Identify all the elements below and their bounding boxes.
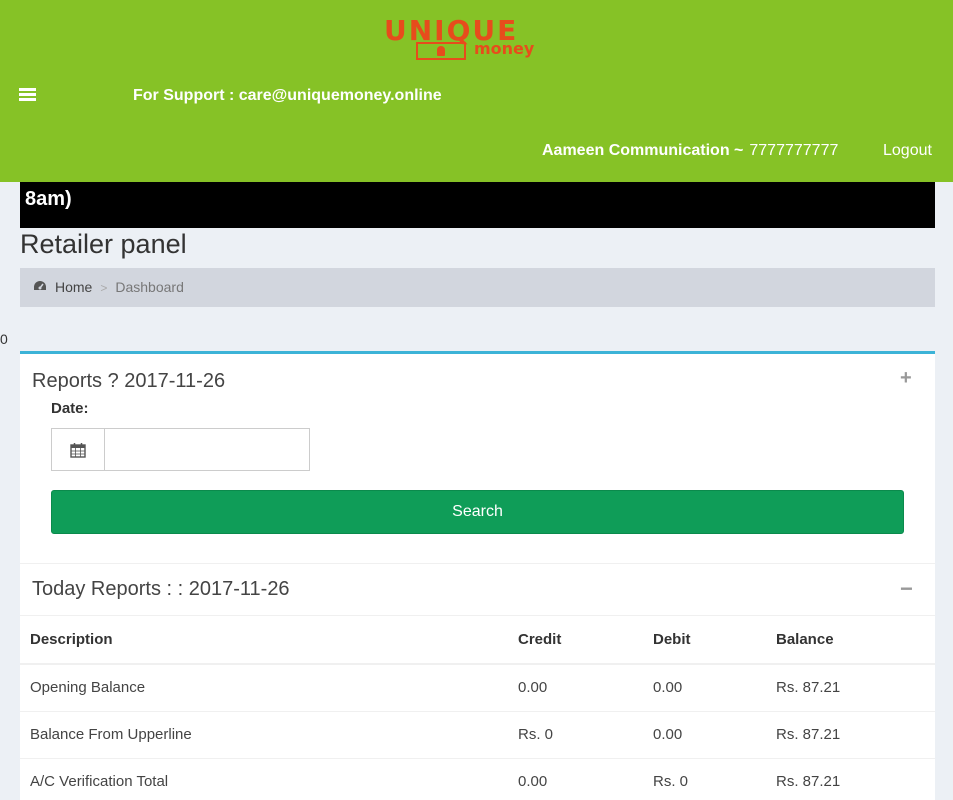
top-header: UNIQUE money For Support : care@uniquemo… xyxy=(0,0,953,182)
cell-description: Opening Balance xyxy=(20,664,508,712)
today-reports-title: Today Reports : : 2017-11-26 xyxy=(32,578,290,600)
column-header-credit: Credit xyxy=(508,616,643,665)
news-ticker: 8am) xyxy=(20,182,935,228)
cell-credit: Rs. 0 xyxy=(508,711,643,759)
reports-box: Reports ? 2017-11-26 + Date: Search Toda… xyxy=(20,351,935,800)
breadcrumb: Home > Dashboard xyxy=(20,268,935,307)
table-row: Opening Balance 0.00 0.00 Rs. 87.21 xyxy=(20,664,935,712)
logo-subtext: money xyxy=(474,39,535,58)
dashboard-icon xyxy=(32,279,47,295)
reports-title: Reports ? 2017-11-26 xyxy=(32,370,226,392)
date-input-group xyxy=(51,428,310,471)
user-name: Aameen Communication ~ xyxy=(542,142,744,159)
date-input[interactable] xyxy=(105,429,309,470)
today-reports-table: Description Credit Debit Balance Opening… xyxy=(20,616,935,800)
column-header-description: Description xyxy=(20,616,508,665)
column-header-debit: Debit xyxy=(643,616,766,665)
stray-text: 0 xyxy=(0,331,8,347)
logout-link[interactable]: Logout xyxy=(883,142,932,160)
table-row: A/C Verification Total 0.00 Rs. 0 Rs. 87… xyxy=(20,758,935,800)
cell-debit: 0.00 xyxy=(643,711,766,759)
cell-debit: 0.00 xyxy=(643,664,766,712)
cell-debit: Rs. 0 xyxy=(643,758,766,800)
breadcrumb-current: Dashboard xyxy=(115,279,184,295)
cell-credit: 0.00 xyxy=(508,664,643,712)
cell-description: A/C Verification Total xyxy=(20,758,508,800)
cell-balance: Rs. 87.21 xyxy=(766,664,935,712)
breadcrumb-home[interactable]: Home xyxy=(55,279,92,295)
cell-description: Balance From Upperline xyxy=(20,711,508,759)
cell-balance: Rs. 87.21 xyxy=(766,711,935,759)
section-divider xyxy=(20,563,935,564)
user-info: Aameen Communication ~ 7777777777 xyxy=(542,142,838,160)
date-label: Date: xyxy=(51,400,89,417)
search-button[interactable]: Search xyxy=(51,490,904,534)
hamburger-icon[interactable] xyxy=(19,88,36,101)
table-row: Balance From Upperline Rs. 0 0.00 Rs. 87… xyxy=(20,711,935,759)
column-header-balance: Balance xyxy=(766,616,935,665)
cell-balance: Rs. 87.21 xyxy=(766,758,935,800)
page-title: Retailer panel xyxy=(20,229,187,259)
calendar-icon[interactable] xyxy=(52,429,105,470)
logo-lock-icon xyxy=(416,42,466,60)
table-header-row: Description Credit Debit Balance xyxy=(20,616,935,665)
breadcrumb-separator: > xyxy=(100,281,108,295)
cell-credit: 0.00 xyxy=(508,758,643,800)
minus-icon[interactable]: − xyxy=(900,576,913,602)
plus-icon[interactable]: + xyxy=(900,367,912,390)
user-phone: 7777777777 xyxy=(749,142,839,159)
unique-money-logo[interactable]: UNIQUE money xyxy=(384,16,574,64)
support-text: For Support : care@uniquemoney.online xyxy=(133,87,442,104)
